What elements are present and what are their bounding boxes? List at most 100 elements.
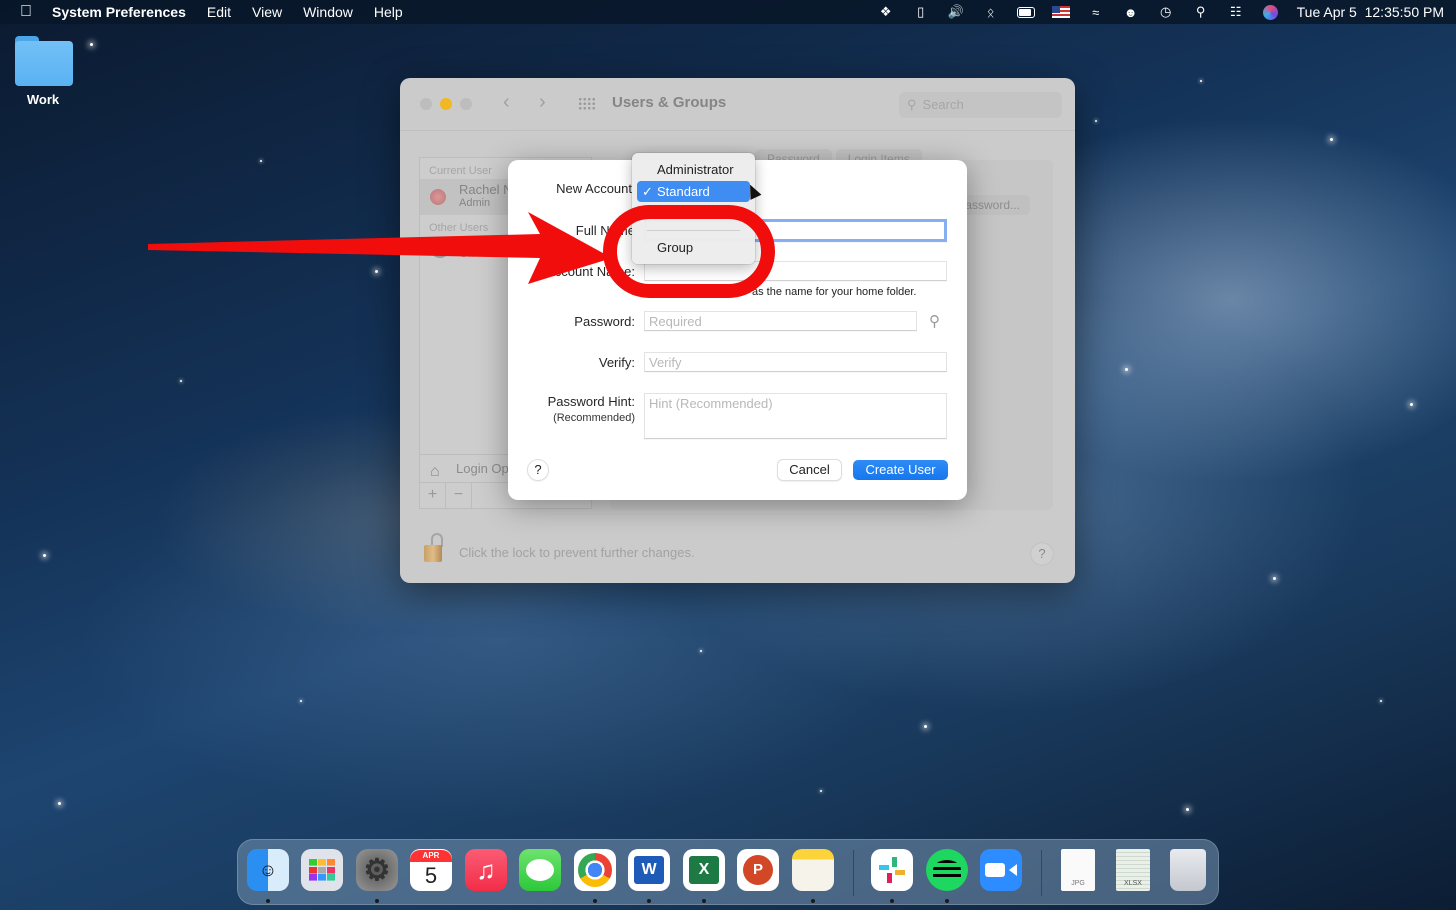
apple-menu-icon[interactable]:  [0, 3, 52, 21]
star [1125, 368, 1128, 371]
search-icon: ⚲ [907, 97, 917, 112]
star [1330, 138, 1333, 141]
verify-label: Verify: [598, 355, 635, 370]
password-hint-sublabel: (Recommended) [553, 412, 635, 424]
window-titlebar: ‹ › Users & Groups ⚲ Search [400, 78, 1075, 130]
lock-icon[interactable] [424, 533, 444, 563]
window-help-button[interactable]: ? [1031, 543, 1053, 565]
password-placeholder: Required [649, 314, 702, 329]
calendar-day: 5 [424, 863, 438, 888]
show-all-grid-icon[interactable] [578, 97, 596, 111]
volume-icon[interactable]: 🔊 [947, 4, 965, 20]
phone-icon[interactable]: ▯ [912, 4, 930, 20]
menu-app-name[interactable]: System Preferences [52, 4, 186, 20]
sheet-help-button[interactable]: ? [528, 460, 548, 480]
zoom-button[interactable] [460, 98, 472, 110]
dock-separator [853, 850, 854, 896]
dock-file-jpg[interactable]: JPG [1061, 849, 1095, 891]
powerpoint-icon: P [743, 855, 773, 885]
menu-view[interactable]: View [252, 4, 282, 20]
star [700, 650, 702, 652]
verify-field[interactable]: Verify [644, 352, 947, 372]
dock-app-finder[interactable]: ☺ [247, 849, 289, 891]
music-note-icon: ♫ [476, 854, 496, 885]
forward-chevron-icon[interactable]: › [539, 91, 546, 114]
cancel-button[interactable]: Cancel [778, 460, 841, 480]
minimize-button[interactable] [440, 98, 452, 110]
avatar [430, 189, 446, 205]
remove-user-button[interactable]: − [446, 483, 472, 508]
xlsx-file-icon: XLSX [1124, 880, 1142, 887]
password-hint-field[interactable]: Hint (Recommended) [644, 393, 947, 439]
star [924, 725, 927, 728]
jpg-file-icon: JPG [1071, 880, 1085, 887]
star [1380, 700, 1382, 702]
running-indicator [593, 899, 597, 903]
wifi-icon[interactable]: ≈ [1087, 4, 1105, 20]
menu-item-label: Administrator [657, 162, 734, 177]
dock-app-notes[interactable] [792, 849, 834, 891]
siri-icon[interactable] [1262, 4, 1280, 20]
dock-app-messages[interactable] [519, 849, 561, 891]
dock-app-launchpad[interactable] [301, 849, 343, 891]
menu-edit[interactable]: Edit [207, 4, 231, 20]
desktop-folder-label: Work [26, 92, 60, 107]
desktop-folder-work[interactable]: Work [10, 36, 76, 107]
password-field[interactable]: Required [644, 311, 917, 331]
star [1200, 80, 1202, 82]
control-center-icon[interactable]: ☷ [1227, 4, 1245, 20]
user-icon[interactable]: ☻ [1122, 4, 1140, 20]
dock-app-chrome[interactable] [574, 849, 616, 891]
running-indicator [266, 899, 270, 903]
star [43, 554, 46, 557]
dock-app-spotify[interactable] [926, 849, 968, 891]
spotify-icon [933, 860, 961, 880]
dock-app-excel[interactable]: X [683, 849, 725, 891]
annotation-circle [603, 205, 775, 298]
menu-window[interactable]: Window [303, 4, 353, 20]
menu-item-standard[interactable]: ✓ Standard [637, 181, 750, 202]
password-hint-label: Password Hint: [547, 394, 635, 409]
finder-icon: ☺ [258, 859, 278, 880]
back-chevron-icon[interactable]: ‹ [503, 91, 510, 114]
input-flag-icon[interactable] [1051, 4, 1070, 20]
video-camera-icon [985, 863, 1005, 877]
bluetooth-icon[interactable]: ᛟ [982, 4, 1000, 20]
running-indicator [890, 899, 894, 903]
running-indicator [375, 899, 379, 903]
star [180, 380, 182, 382]
dock-app-music[interactable]: ♫ [465, 849, 507, 891]
lock-status-text: Click the lock to prevent further change… [459, 545, 695, 560]
dock-app-powerpoint[interactable]: P [737, 849, 779, 891]
excel-icon: X [689, 856, 719, 884]
star [260, 160, 262, 162]
dock-app-slack[interactable] [871, 849, 913, 891]
password-assistant-key-icon[interactable]: ⚲ [929, 312, 940, 330]
dropbox-icon[interactable]: ❖ [877, 4, 895, 20]
spotlight-icon[interactable]: ⚲ [1192, 4, 1210, 20]
menu-help[interactable]: Help [374, 4, 403, 20]
battery-icon[interactable] [1016, 4, 1035, 20]
dock-file-xlsx[interactable]: XLSX [1116, 849, 1150, 891]
add-user-button[interactable]: + [420, 483, 446, 508]
running-indicator [945, 899, 949, 903]
create-user-button[interactable]: Create User [853, 460, 948, 480]
dock-trash[interactable] [1170, 849, 1206, 891]
dock-app-calendar[interactable]: APR 5 [410, 849, 452, 891]
search-input[interactable]: ⚲ Search [899, 92, 1062, 118]
search-placeholder: Search [922, 97, 964, 112]
dock-app-system-preferences[interactable]: ⚙ [356, 849, 398, 891]
menu-item-administrator[interactable]: Administrator [637, 159, 750, 180]
star [90, 43, 93, 46]
running-indicator [647, 899, 651, 903]
time-machine-icon[interactable]: ◷ [1157, 4, 1175, 20]
close-button[interactable] [420, 98, 432, 110]
window-title: Users & Groups [612, 94, 727, 111]
star [58, 802, 61, 805]
folder-icon [13, 36, 73, 86]
dock-separator [1041, 850, 1042, 896]
star [820, 790, 822, 792]
menu-clock[interactable]: Tue Apr 5 12:35:50 PM [1297, 4, 1444, 20]
dock-app-zoom[interactable] [980, 849, 1022, 891]
dock-app-word[interactable]: W [628, 849, 670, 891]
